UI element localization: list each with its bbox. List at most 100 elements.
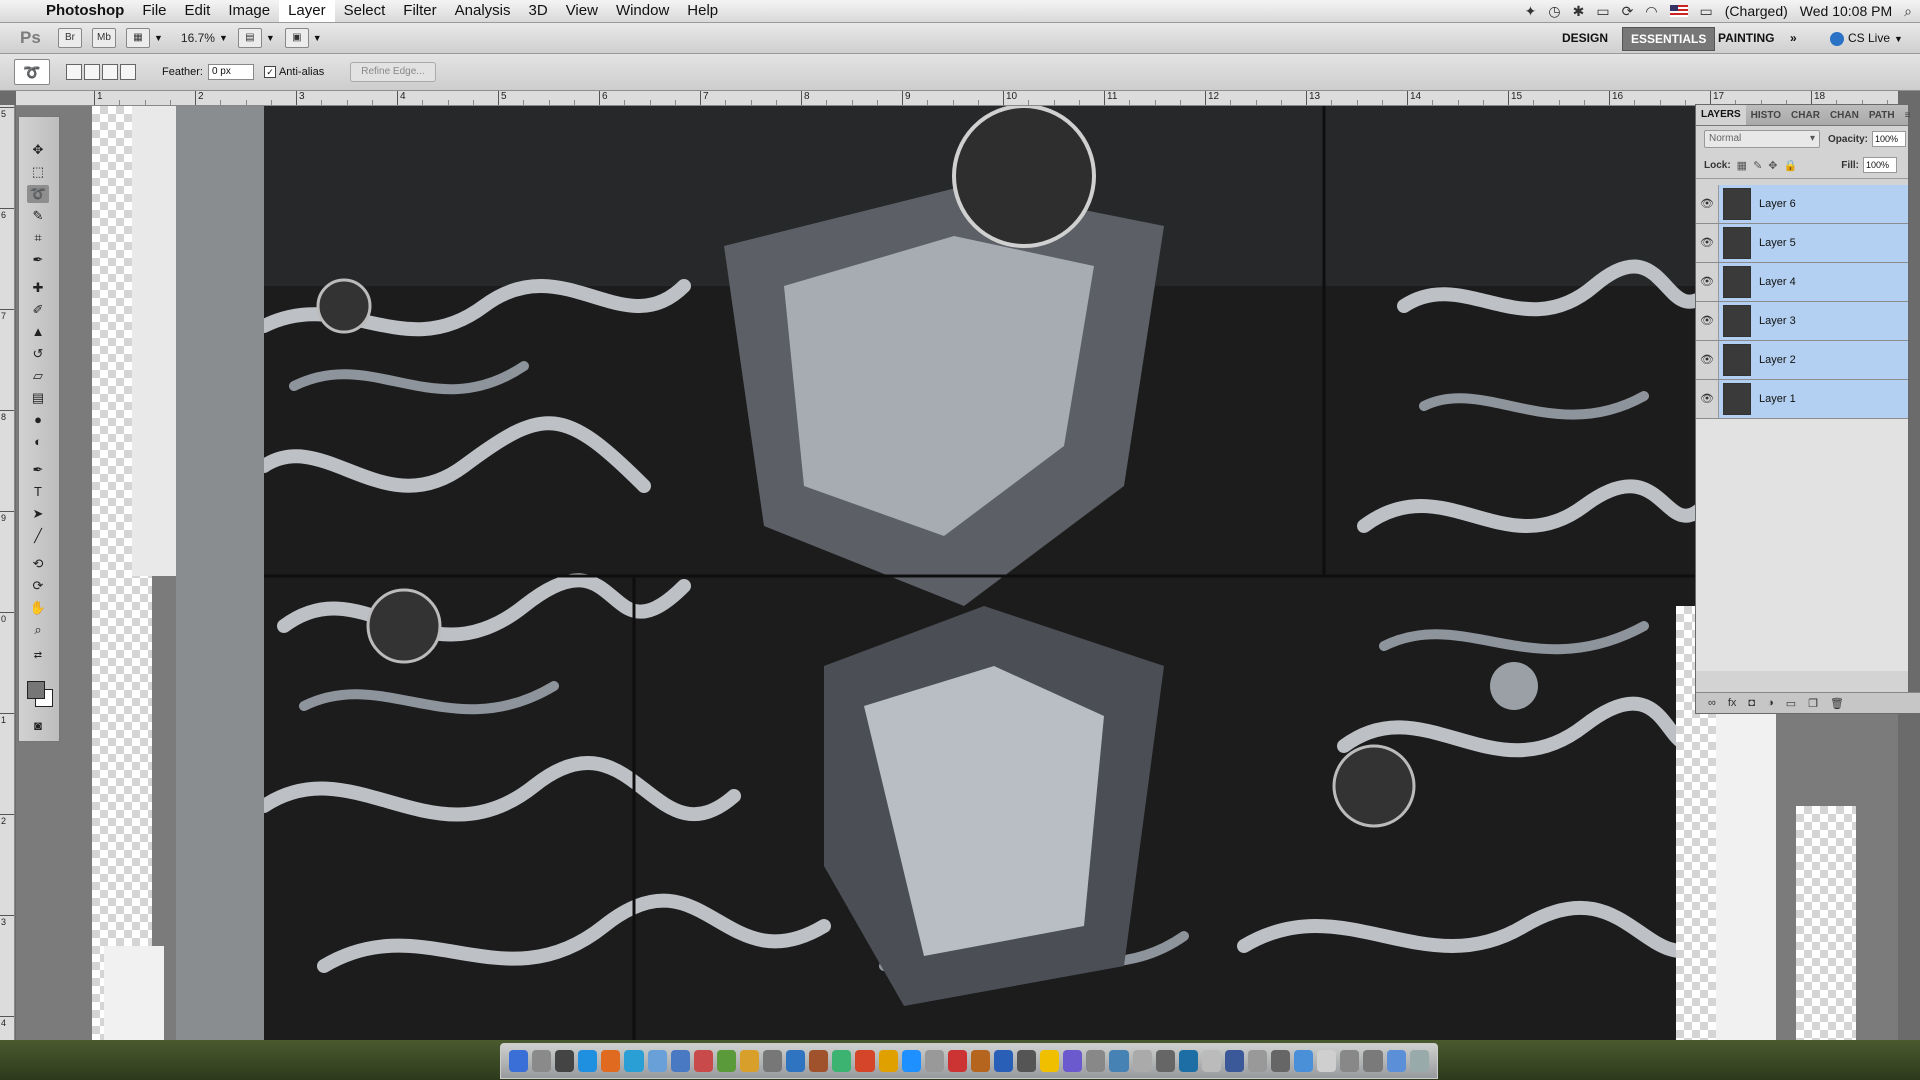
adjustment-layer-icon[interactable]: ◑ (1767, 697, 1774, 709)
feather-input[interactable]: 0 px (207, 64, 254, 80)
history-brush-tool-icon[interactable]: ↺ (27, 345, 49, 363)
battery-status[interactable]: (Charged) (1725, 3, 1788, 19)
add-mask-icon[interactable]: ◘ (1748, 697, 1755, 709)
layer-name[interactable]: Layer 5 (1759, 237, 1796, 249)
vertical-ruler[interactable]: 5 6 7 8 9 0 1 2 3 4 (0, 105, 15, 1040)
eyedropper-tool-icon[interactable]: ✒ (27, 251, 49, 269)
healing-brush-tool-icon[interactable]: ✚ (27, 279, 49, 297)
panel-menu-icon[interactable]: ≡ (1900, 110, 1917, 121)
time-machine-icon[interactable]: ◷ (1548, 3, 1560, 20)
dock-app-icon[interactable] (763, 1050, 783, 1072)
dock-app-icon[interactable] (786, 1050, 806, 1072)
clock[interactable]: Wed 10:08 PM (1800, 3, 1892, 19)
display-icon[interactable]: ▭ (1596, 3, 1609, 20)
type-tool-icon[interactable]: T (27, 483, 49, 501)
menu-edit[interactable]: Edit (176, 0, 220, 22)
layer-row[interactable]: 👁 Layer 5 (1696, 224, 1908, 263)
layer-name[interactable]: Layer 2 (1759, 354, 1796, 366)
layer-name[interactable]: Layer 1 (1759, 393, 1796, 405)
dropbox-icon[interactable]: ✦ (1525, 3, 1537, 20)
layer-row[interactable]: 👁 Layer 4 (1696, 263, 1908, 302)
dock-app-icon[interactable] (809, 1050, 829, 1072)
dock-app-icon[interactable] (1248, 1050, 1268, 1072)
path-selection-tool-icon[interactable]: ➤ (27, 505, 49, 523)
dock-app-icon[interactable] (1017, 1050, 1037, 1072)
mini-bridge-button[interactable]: Mb (92, 28, 116, 48)
move-tool-icon[interactable]: ✥ (27, 141, 49, 159)
tab-paths[interactable]: PATH (1864, 110, 1900, 121)
new-group-icon[interactable]: ▭ (1786, 697, 1796, 710)
dock-app-icon[interactable] (1271, 1050, 1291, 1072)
blend-mode-select[interactable]: Normal (1704, 130, 1820, 148)
marquee-tool-icon[interactable]: ⬚ (27, 163, 49, 181)
bluetooth-icon[interactable]: ✱ (1573, 3, 1585, 20)
quick-selection-tool-icon[interactable]: ✎ (27, 207, 49, 225)
layer-row[interactable]: 👁 Layer 1 (1696, 380, 1908, 419)
swap-colors-icon[interactable]: ⇄ (27, 647, 49, 665)
dock-app-icon[interactable] (1063, 1050, 1083, 1072)
dock-app-icon[interactable] (1086, 1050, 1106, 1072)
workspace-design[interactable]: DESIGN (1562, 27, 1608, 49)
new-selection-button[interactable] (66, 64, 82, 80)
cs-live-button[interactable]: CS Live ▼ (1830, 27, 1903, 49)
dock-app-icon[interactable] (993, 1050, 1014, 1072)
visibility-eye-icon[interactable]: 👁 (1696, 341, 1719, 379)
dock-app-icon[interactable] (1109, 1050, 1129, 1072)
line-tool-icon[interactable]: ╱ (27, 527, 49, 545)
brush-tool-icon[interactable]: ✐ (27, 301, 49, 319)
menu-select[interactable]: Select (335, 0, 395, 22)
layer-row[interactable]: 👁 Layer 2 (1696, 341, 1908, 380)
dock-app-icon[interactable] (1340, 1050, 1360, 1072)
workspace-painting[interactable]: PAINTING (1718, 27, 1774, 49)
tab-layers[interactable]: LAYERS (1696, 105, 1746, 125)
dock-app-icon[interactable] (1040, 1050, 1060, 1072)
chevron-down-icon[interactable]: ▼ (154, 33, 163, 43)
layer-row[interactable]: 👁 Layer 6 (1696, 185, 1908, 224)
battery-icon[interactable]: ▭ (1700, 3, 1713, 20)
menu-app-name[interactable]: Photoshop (40, 0, 133, 22)
refine-edge-button[interactable]: Refine Edge... (350, 62, 436, 82)
dock-app-icon[interactable] (555, 1050, 575, 1072)
visibility-eye-icon[interactable]: 👁 (1696, 263, 1719, 301)
dock-app-icon[interactable] (670, 1050, 690, 1072)
dock-app-icon[interactable] (693, 1050, 713, 1072)
tab-history[interactable]: HISTO (1746, 110, 1786, 121)
opacity-input[interactable]: 100% (1872, 131, 1907, 147)
spotlight-icon[interactable]: ⌕ (1904, 3, 1912, 20)
dock-app-icon[interactable] (1317, 1050, 1337, 1072)
lock-all-icon[interactable]: 🔒 (1784, 159, 1798, 172)
dock-app-icon[interactable] (855, 1050, 875, 1072)
foreground-color-swatch[interactable] (27, 681, 45, 699)
intersect-selection-button[interactable] (120, 64, 136, 80)
dock-app-icon[interactable] (1294, 1050, 1314, 1072)
add-to-selection-button[interactable] (84, 64, 100, 80)
layer-name[interactable]: Layer 4 (1759, 276, 1796, 288)
dock-app-icon[interactable] (947, 1050, 967, 1072)
layer-thumbnail[interactable] (1723, 383, 1751, 415)
tab-character[interactable]: CHAR (1786, 110, 1825, 121)
lock-position-icon[interactable]: ✥ (1768, 159, 1777, 172)
dock-app-icon[interactable] (532, 1050, 552, 1072)
layer-thumbnail[interactable] (1723, 305, 1751, 337)
us-flag-icon[interactable] (1669, 5, 1688, 17)
zoom-level[interactable]: 16.7% (181, 31, 215, 45)
dock-app-icon[interactable] (1132, 1050, 1152, 1072)
menu-help[interactable]: Help (678, 0, 727, 22)
layer-thumbnail[interactable] (1723, 227, 1751, 259)
dock-app-icon[interactable] (1178, 1050, 1198, 1072)
dock-app-icon[interactable] (1155, 1050, 1175, 1072)
fill-input[interactable]: 100% (1863, 157, 1897, 173)
dock-app-icon[interactable] (878, 1050, 898, 1072)
visibility-eye-icon[interactable]: 👁 (1696, 185, 1719, 223)
quick-mask-icon[interactable]: ◙ (27, 717, 49, 735)
clone-stamp-tool-icon[interactable]: ▲ (27, 323, 49, 341)
3d-rotate-tool-icon[interactable]: ⟲ (27, 555, 49, 573)
dock-app-icon[interactable] (1386, 1050, 1406, 1072)
link-layers-icon[interactable]: ∞ (1708, 697, 1716, 709)
delete-layer-icon[interactable]: 🗑 (1830, 697, 1844, 710)
visibility-eye-icon[interactable]: 👁 (1696, 302, 1719, 340)
dock-app-icon[interactable] (601, 1050, 621, 1072)
view-extras-button[interactable]: ▦ (126, 28, 150, 48)
gradient-tool-icon[interactable]: ▤ (27, 389, 49, 407)
zoom-tool-icon[interactable]: ⌕ (27, 621, 49, 639)
